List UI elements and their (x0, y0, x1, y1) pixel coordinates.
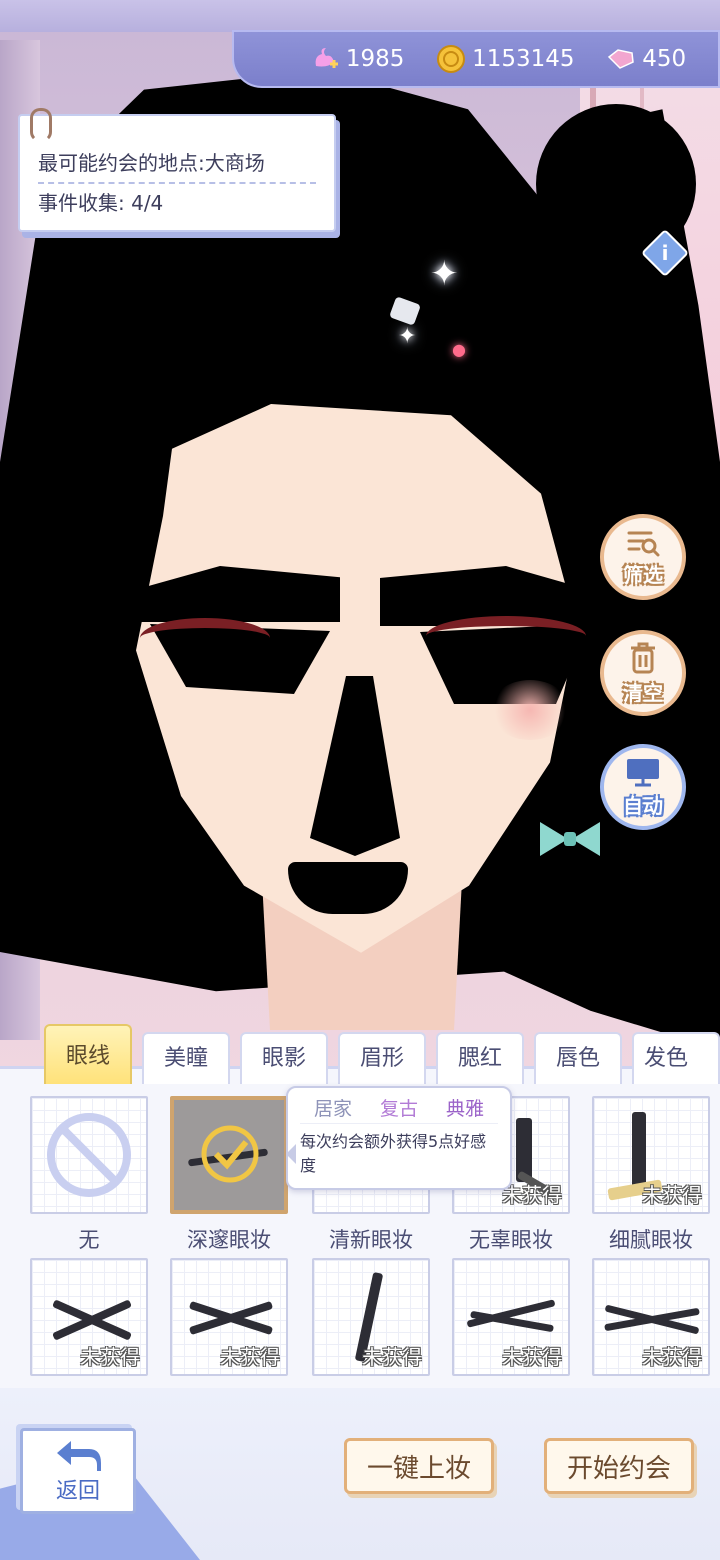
gold-coin-icon (436, 44, 466, 74)
one-click-makeup-button[interactable]: 一键上妆 (344, 1438, 494, 1494)
item-name: 清新眼妆 (329, 1228, 413, 1252)
item-none[interactable]: 无 (30, 1096, 148, 1254)
swan-value: 1985 (345, 46, 405, 72)
item-locked[interactable]: 未获得 (452, 1258, 570, 1376)
item-status: 未获得 (80, 1345, 140, 1369)
paperclip-icon (30, 108, 52, 142)
item-status: 未获得 (362, 1345, 422, 1369)
item-thumb-selected (170, 1096, 288, 1214)
item-deep-eye-makeup[interactable]: 深邃眼妆 (170, 1096, 288, 1254)
left-eyeliner (140, 618, 270, 658)
checkmark-icon (201, 1125, 259, 1183)
auto-button[interactable]: 自动 (600, 744, 686, 830)
item-status: 未获得 (642, 1345, 702, 1369)
item-name: 无辜眼妆 (469, 1228, 553, 1252)
tab-blush[interactable]: 腮红 (436, 1032, 524, 1084)
tab-eyebrow[interactable]: 眉形 (338, 1032, 426, 1084)
clear-label: 清空 (623, 680, 663, 705)
date-info-card: 最可能约会的地点:大商场 事件收集: 4/4 (18, 108, 336, 232)
item-locked[interactable]: 未获得 (170, 1258, 288, 1376)
item-name: 无 (78, 1228, 100, 1252)
tab-eyeshadow[interactable]: 眼影 (240, 1032, 328, 1084)
item-thumb: 未获得 (452, 1258, 570, 1376)
item-status: 未获得 (502, 1345, 562, 1369)
tooltip-description: 每次约会额外获得5点好感度 (300, 1132, 487, 1175)
currency-swan[interactable]: 1985 (310, 44, 405, 74)
currency-gold[interactable]: 1153145 (436, 44, 575, 74)
pink-gem-icon (606, 44, 636, 74)
item-delicate-eye-makeup[interactable]: 未获得 细腻眼妆 (592, 1096, 710, 1254)
right-eyeliner (426, 616, 586, 656)
back-button[interactable]: 返回 (20, 1428, 136, 1514)
prohibited-icon (47, 1113, 131, 1197)
item-status: 未获得 (220, 1345, 280, 1369)
bow-earring (540, 816, 600, 866)
clear-button[interactable]: 清空 (600, 630, 686, 716)
tag-elegant: 典雅 (445, 1098, 484, 1120)
filter-button[interactable]: 筛选 (600, 514, 686, 600)
item-locked[interactable]: 未获得 (592, 1258, 710, 1376)
tag-retro: 复古 (379, 1098, 418, 1120)
swan-plus-icon (310, 44, 340, 74)
cheek-blush (490, 680, 570, 740)
back-label: 返回 (55, 1479, 100, 1504)
start-date-button[interactable]: 开始约会 (544, 1438, 694, 1494)
sparkle: ✦ (430, 254, 459, 294)
style-tags: 居家 复古 典雅 (300, 1094, 498, 1124)
item-thumb: 未获得 (592, 1258, 710, 1376)
return-arrow-icon (57, 1441, 101, 1471)
event-collection: 事件收集: 4/4 (38, 191, 164, 215)
item-thumb: 未获得 (170, 1258, 288, 1376)
tab-eyeliner[interactable]: 眼线 (44, 1024, 132, 1084)
info-icon: i (661, 241, 669, 265)
monitor-icon (627, 758, 659, 786)
category-tabs: 眼线 美瞳 眼影 眉形 腮红 唇色 发色 (44, 1024, 720, 1084)
item-locked[interactable]: 未获得 (312, 1258, 430, 1376)
filter-label: 筛选 (623, 562, 663, 587)
tab-lip-color[interactable]: 唇色 (534, 1032, 622, 1084)
sparkle: ● (452, 340, 466, 359)
item-tooltip: 居家 复古 典雅 每次约会额外获得5点好感度 (286, 1086, 512, 1190)
gem-value: 450 (642, 46, 687, 72)
auto-label: 自动 (623, 793, 663, 818)
item-thumb: 未获得 (592, 1096, 710, 1214)
top-strip (0, 0, 720, 32)
item-name: 细腻眼妆 (609, 1228, 693, 1252)
tab-hair-color[interactable]: 发色 (632, 1032, 720, 1084)
currency-bar: 1985 1153145 450 (232, 30, 720, 88)
gold-value: 1153145 (472, 46, 575, 72)
filter-icon (627, 531, 660, 556)
trash-icon (631, 642, 655, 673)
tab-contact-lens[interactable]: 美瞳 (142, 1032, 230, 1084)
item-thumb: 未获得 (30, 1258, 148, 1376)
tag-home: 居家 (313, 1098, 352, 1120)
sparkle: ✦ (398, 324, 417, 349)
item-thumb (30, 1096, 148, 1214)
item-thumb: 未获得 (312, 1258, 430, 1376)
date-location: 最可能约会的地点:大商场 (38, 144, 316, 184)
item-name: 深邃眼妆 (187, 1228, 271, 1252)
item-locked[interactable]: 未获得 (30, 1258, 148, 1376)
item-status: 未获得 (642, 1183, 702, 1207)
currency-gem[interactable]: 450 (606, 44, 686, 74)
